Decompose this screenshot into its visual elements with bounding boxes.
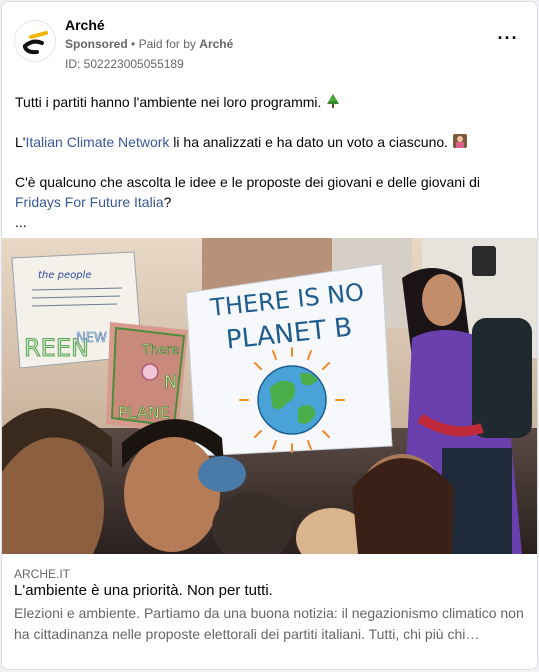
- protest-photo: the people REEN NEW DEAL There N PLANE T…: [2, 238, 537, 554]
- post-image[interactable]: the people REEN NEW DEAL There N PLANE T…: [2, 238, 537, 554]
- body-paragraph-2: L'Italian Climate Network li ha analizza…: [15, 132, 468, 152]
- body-paragraph-1: Tutti i partiti hanno l'ambiente nei lor…: [15, 92, 341, 112]
- pink-sign-line3: PLANE: [118, 403, 170, 422]
- body-paragraph-1-text: Tutti i partiti hanno l'ambiente nei lor…: [15, 94, 322, 110]
- paid-for-prefix: Paid for by: [138, 37, 196, 51]
- page-name[interactable]: Arché: [65, 17, 105, 33]
- post-header: Arché Sponsored • Paid for by Arché ID: …: [2, 2, 537, 82]
- teacher-emoji-icon: [452, 134, 467, 148]
- link-preview[interactable]: ARCHE.IT L'ambiente è una priorità. Non …: [2, 554, 537, 669]
- body-paragraph-3-suffix: ?: [163, 194, 172, 210]
- italian-climate-network-link[interactable]: Italian Climate Network: [25, 134, 169, 150]
- paid-for-name[interactable]: Arché: [199, 37, 233, 51]
- sponsored-post-card: Arché Sponsored • Paid for by Arché ID: …: [1, 1, 538, 670]
- sponsored-label: Sponsored: [65, 37, 128, 51]
- ad-id: ID: 502223005055189: [65, 57, 184, 71]
- left-sign-top-text: the people: [38, 270, 92, 281]
- link-description: Elezioni e ambiente. Partiamo da una buo…: [14, 605, 524, 642]
- pink-protest-sign: There N PLANE: [106, 322, 188, 434]
- planet-b-sign: THERE IS NO PLANET B: [185, 263, 393, 457]
- pink-sign-line2: N: [164, 372, 177, 393]
- tree-emoji-icon: [327, 94, 340, 108]
- sponsored-line: Sponsored • Paid for by Arché: [65, 37, 233, 51]
- arche-logo-icon: [23, 31, 48, 55]
- body-paragraph-3-text: C'è qualcuno che ascolta le idee e le pr…: [15, 174, 480, 190]
- link-headline[interactable]: L'ambiente è una priorità. Non per tutti…: [14, 582, 273, 599]
- body-paragraph-2-suffix: li ha analizzati e ha dato un voto a cia…: [169, 134, 449, 150]
- link-domain: ARCHE.IT: [14, 567, 71, 581]
- page-avatar[interactable]: [14, 20, 56, 62]
- pink-sign-line1: There: [141, 343, 179, 358]
- fridays-for-future-link[interactable]: Fridays For Future Italia: [15, 194, 164, 210]
- see-more-ellipsis[interactable]: ...: [15, 212, 27, 232]
- more-options-button[interactable]: ···: [490, 28, 526, 56]
- separator-dot: •: [131, 37, 136, 51]
- body-paragraph-2-prefix: L': [15, 134, 26, 150]
- body-paragraph-3: C'è qualcuno che ascolta le idee e le pr…: [15, 172, 529, 212]
